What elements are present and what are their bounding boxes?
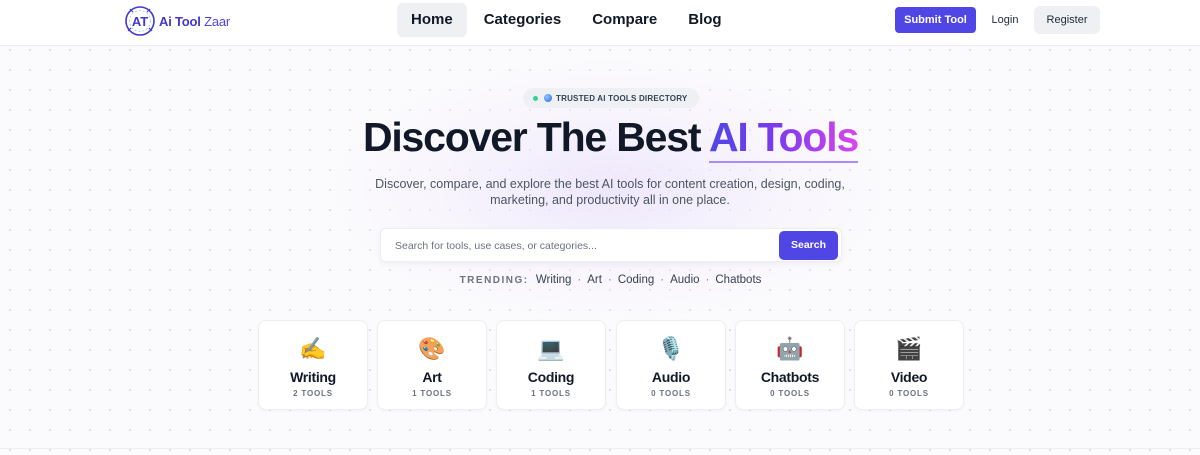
- trending-separator: ·: [577, 274, 582, 286]
- category-name: Audio: [651, 369, 691, 385]
- nav-home[interactable]: Home: [397, 3, 467, 37]
- trending-tag-coding[interactable]: Coding: [618, 274, 654, 286]
- robot-icon: 🤖: [776, 336, 804, 361]
- category-count: 1 TOOLS: [412, 389, 452, 398]
- category-card-audio[interactable]: 🎙️ Audio 0 TOOLS: [616, 320, 726, 410]
- category-count: 1 TOOLS: [531, 389, 571, 398]
- status-dot-icon: [533, 95, 538, 101]
- logo-text: Ai Tool Zaar: [159, 14, 230, 29]
- nav-categories[interactable]: Categories: [470, 3, 576, 37]
- trusted-badge: TRUSTED AI TOOLS DIRECTORY: [523, 88, 699, 108]
- category-name: Video: [890, 369, 928, 385]
- search-button[interactable]: Search: [779, 231, 838, 260]
- logo-brand-main: Ai Tool: [159, 13, 201, 29]
- trending-label: TRENDING:: [459, 275, 529, 286]
- search-input[interactable]: [395, 237, 775, 255]
- category-card-art[interactable]: 🎨 Art 1 TOOLS: [377, 320, 487, 410]
- register-button[interactable]: Register: [1034, 6, 1100, 34]
- trending-tag-audio[interactable]: Audio: [670, 274, 699, 286]
- clapperboard-icon: 🎬: [895, 336, 923, 361]
- logo[interactable]: AT Ai Tool Zaar: [124, 5, 230, 37]
- writing-hand-icon: ✍️: [299, 336, 327, 361]
- trending-tags: TRENDING: Writing · Art · Coding · Audio · Chatb…: [0, 274, 1200, 286]
- nav-blog[interactable]: Blog: [674, 3, 735, 37]
- submit-tool-button[interactable]: Submit Tool: [895, 7, 976, 33]
- laptop-icon: 💻: [537, 336, 565, 361]
- trending-separator: ·: [607, 274, 612, 286]
- category-card-writing[interactable]: ✍️ Writing 2 TOOLS: [258, 320, 368, 410]
- category-card-chatbots[interactable]: 🤖 Chatbots 0 TOOLS: [735, 320, 845, 410]
- logo-brand-suffix: Zaar: [200, 13, 231, 29]
- palette-icon: 🎨: [418, 336, 446, 361]
- trending-separator: ·: [705, 274, 710, 286]
- category-card-coding[interactable]: 💻 Coding 1 TOOLS: [496, 320, 606, 410]
- nav-compare[interactable]: Compare: [578, 3, 671, 37]
- category-count: 0 TOOLS: [651, 389, 691, 398]
- site-header: AT Ai Tool Zaar Home Categories Compare …: [0, 0, 1200, 46]
- hero-title-main: Discover The Best: [362, 114, 709, 160]
- hero-subtitle: Discover, compare, and explore the best …: [375, 177, 845, 207]
- trending-tag-art[interactable]: Art: [587, 274, 602, 286]
- category-count: 2 TOOLS: [293, 389, 333, 398]
- trending-separator: ·: [660, 274, 665, 286]
- login-button[interactable]: Login: [985, 7, 1025, 33]
- hero-title: Discover The Best AI Tools: [0, 114, 1200, 163]
- hero-title-accent: AI Tools: [708, 114, 859, 163]
- category-name: Chatbots: [760, 369, 820, 385]
- category-count: 0 TOOLS: [889, 389, 929, 398]
- trending-tag-writing[interactable]: Writing: [536, 274, 572, 286]
- search-bar: Search: [380, 228, 842, 262]
- category-name: Coding: [527, 369, 575, 385]
- badge-text: TRUSTED AI TOOLS DIRECTORY: [556, 93, 688, 103]
- logo-mark-icon: AT: [125, 6, 155, 36]
- section-divider: [0, 448, 1200, 449]
- microphone-icon: 🎙️: [657, 336, 685, 361]
- main-nav: Home Categories Compare Blog: [397, 3, 739, 37]
- trending-tag-chatbots[interactable]: Chatbots: [715, 274, 761, 286]
- globe-icon: [544, 94, 552, 102]
- category-count: 0 TOOLS: [770, 389, 810, 398]
- category-name: Writing: [290, 369, 336, 385]
- category-card-video[interactable]: 🎬 Video 0 TOOLS: [854, 320, 964, 410]
- svg-text:AT: AT: [132, 14, 148, 29]
- category-name: Art: [422, 369, 442, 385]
